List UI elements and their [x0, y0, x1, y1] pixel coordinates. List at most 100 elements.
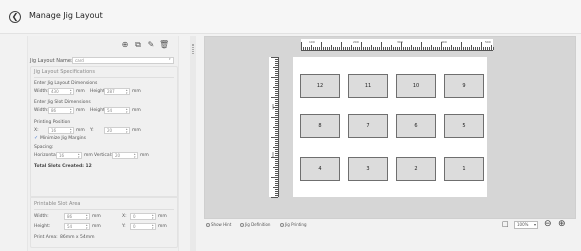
jig-slot[interactable]: 8 [300, 114, 340, 138]
jig-definition-option[interactable]: Jig Definition [240, 222, 270, 227]
jig-slot[interactable]: 2 [396, 157, 436, 181]
ruler-tick [405, 47, 406, 50]
ruler-tick [275, 185, 278, 186]
ruler-tick [381, 42, 382, 50]
edit-icon[interactable]: ✎ [146, 40, 156, 50]
jig-slot[interactable]: 9 [444, 74, 484, 98]
ruler-tick [271, 77, 278, 78]
mm-unit: mm [132, 89, 141, 94]
printing-position-label: Printing Position [34, 120, 71, 125]
jig-slot[interactable]: 4 [300, 157, 340, 181]
panel-splitter[interactable] [190, 36, 196, 251]
zoom-out-icon[interactable]: ⊖ [544, 219, 552, 229]
x-label: X: [34, 128, 39, 133]
ruler-tick [463, 47, 464, 50]
back-arrow-icon[interactable]: ❮ [9, 11, 21, 23]
jig-slot[interactable]: 7 [348, 114, 388, 138]
ruler-tick [275, 121, 278, 122]
delete-icon[interactable]: 🗑 [159, 40, 169, 50]
position-x-input[interactable]: 16 ▴ ▾ [48, 127, 74, 134]
ruler-tick [273, 167, 278, 168]
ruler-tick [435, 47, 436, 50]
jig-slot[interactable]: 12 [300, 74, 340, 98]
ruler-tick [301, 42, 302, 50]
ruler-tick [273, 87, 278, 88]
ruler-tick [475, 47, 476, 50]
mm-unit: mm [92, 224, 101, 229]
jig-printing-option[interactable]: Jig Printing [280, 222, 307, 227]
radio-icon[interactable] [280, 223, 284, 227]
printable-y-input[interactable]: 0 ▴ ▾ [130, 223, 156, 230]
mm-unit: mm [132, 108, 141, 113]
ruler-tick [409, 47, 410, 50]
jig-name-label: Jig Layout Name: [30, 58, 73, 64]
ruler-tick [275, 143, 278, 144]
minimize-margins-checkbox[interactable]: ✓ [34, 136, 39, 141]
checkbox-icon[interactable] [206, 223, 210, 227]
ruler-tick [271, 97, 278, 98]
ruler-tick [275, 63, 278, 64]
jig-slot[interactable]: 10 [396, 74, 436, 98]
ruler-tick [365, 47, 366, 50]
slot-height-input[interactable]: 54 ▴ ▾ [104, 107, 130, 114]
ruler-tick [469, 47, 470, 50]
zoom-in-icon[interactable]: ⊕ [558, 219, 566, 229]
jig-slot[interactable]: 1 [444, 157, 484, 181]
ruler-tick [423, 47, 424, 50]
ruler-tick [455, 47, 456, 50]
ruler-tick [437, 47, 438, 50]
printable-height-input[interactable]: 54 ▴ ▾ [64, 223, 90, 230]
ruler-tick [457, 47, 458, 50]
ruler-tick [273, 67, 278, 68]
ruler-tick [275, 101, 278, 102]
ruler-tick [271, 197, 278, 198]
ruler-tick [341, 42, 342, 50]
mm-unit: mm [158, 224, 167, 229]
horizontal-spacing-input[interactable]: 16 ▴ ▾ [56, 152, 82, 159]
ruler-tick [321, 42, 322, 50]
ruler-tick [275, 163, 278, 164]
ruler-tick [393, 47, 394, 50]
ruler-tick [337, 47, 338, 50]
ruler-tick [331, 45, 332, 50]
vertical-label: Vertical: [94, 153, 113, 158]
slot-width-input[interactable]: 86 ▴ ▾ [48, 107, 74, 114]
ruler-tick [275, 125, 278, 126]
ruler-tick [275, 95, 278, 96]
vertical-spacing-input[interactable]: 20 ▴ ▾ [112, 152, 138, 159]
ruler-tick [471, 45, 472, 50]
ruler-tick [349, 47, 350, 50]
jig-slot[interactable]: 11 [348, 74, 388, 98]
jig-name-select[interactable]: card ▾ [72, 57, 174, 64]
ruler-tick [271, 137, 278, 138]
add-icon[interactable]: ⊕ [120, 40, 130, 50]
jig-sheet: 12 11 10 9 8 7 6 5 4 3 2 1 [293, 57, 487, 197]
ruler-tick [329, 47, 330, 50]
printable-x-input[interactable]: 0 ▴ ▾ [130, 213, 156, 220]
divider [34, 209, 174, 210]
ruler-tick [275, 145, 278, 146]
jig-slot[interactable]: 5 [444, 114, 484, 138]
jig-slot[interactable]: 6 [396, 114, 436, 138]
show-hint-option[interactable]: Show Hint [206, 222, 231, 227]
position-y-input[interactable]: 20 ▴ ▾ [104, 127, 130, 134]
ruler-tick [273, 147, 278, 148]
zoom-select[interactable]: 100% ▾ [514, 221, 538, 229]
ruler-tick [275, 179, 278, 180]
jig-slot[interactable]: 3 [348, 157, 388, 181]
divider [34, 77, 174, 78]
ruler-tick [319, 47, 320, 50]
radio-icon[interactable] [240, 223, 244, 227]
fit-page-icon[interactable]: □ [502, 220, 509, 228]
ruler-tick [413, 47, 414, 50]
ruler-tick [275, 115, 278, 116]
ruler-tick [309, 47, 310, 50]
layout-height-input[interactable]: 287 ▴ ▾ [104, 88, 130, 95]
printable-width-input[interactable]: 86 ▴ ▾ [64, 213, 90, 220]
layout-width-input[interactable]: 430 ▴ ▾ [48, 88, 74, 95]
ruler-tick [275, 129, 278, 130]
ruler-tick [339, 47, 340, 50]
ruler-tick [431, 45, 432, 50]
ruler-tick [275, 79, 278, 80]
copy-icon[interactable]: ⧉ [133, 40, 143, 50]
